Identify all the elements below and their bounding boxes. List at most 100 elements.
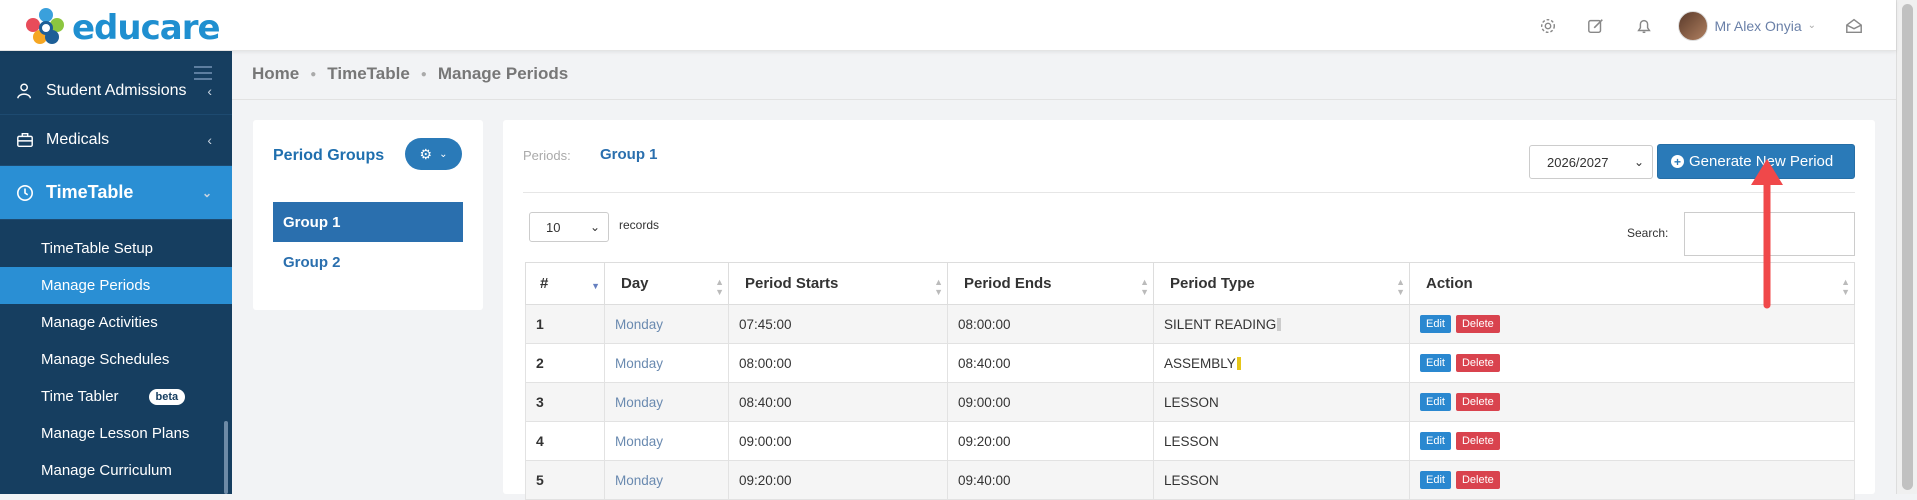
- edit-button[interactable]: Edit: [1420, 471, 1451, 489]
- row-number: 4: [525, 421, 605, 461]
- period-group-item[interactable]: Group 1: [273, 202, 463, 242]
- row-actions: Edit Delete: [1409, 343, 1855, 383]
- inbox-icon[interactable]: [1830, 17, 1878, 35]
- sort-icon: ▲ ▼: [1841, 277, 1850, 297]
- column-header-period-type[interactable]: Period Type ▲ ▼: [1153, 262, 1410, 305]
- table-header-row: # ▼ Day ▲ ▼ Period Starts ▲ ▼ Period Ends ▲ ▼ P…: [525, 262, 1855, 305]
- row-day[interactable]: Monday: [604, 421, 729, 461]
- page-length-select[interactable]: 10 ⌄: [529, 212, 609, 242]
- sidebar-sub-label: Manage Curriculum: [41, 462, 172, 479]
- bell-icon[interactable]: [1620, 17, 1668, 35]
- sidebar-item-label: TimeTable: [46, 182, 134, 202]
- breadcrumb-timetable[interactable]: TimeTable: [327, 64, 410, 84]
- breadcrumb-home[interactable]: Home: [252, 64, 299, 84]
- column-header-label: #: [540, 275, 549, 292]
- beta-badge: beta: [148, 388, 186, 405]
- sidebar-scrollbar[interactable]: [224, 421, 228, 494]
- row-period-type: LESSON: [1153, 382, 1410, 422]
- row-day[interactable]: Monday: [604, 304, 729, 344]
- sidebar-sub-manage-periods[interactable]: Manage Periods: [0, 267, 232, 304]
- column-header-action[interactable]: Action ▲ ▼: [1409, 262, 1855, 305]
- row-number: 2: [525, 343, 605, 383]
- sidebar-sub-label: Manage Activities: [41, 314, 158, 331]
- sidebar-item-label: Student Admissions: [46, 81, 187, 99]
- brand-logo[interactable]: educare: [26, 8, 221, 48]
- period-groups-title: Period Groups: [273, 147, 385, 164]
- row-period-type: ASSEMBLY: [1153, 343, 1410, 383]
- sidebar-item-medicals[interactable]: Medicals ‹: [0, 115, 232, 166]
- delete-button[interactable]: Delete: [1455, 393, 1500, 411]
- column-header-label: Period Type: [1170, 275, 1255, 292]
- brand-name: educare: [72, 8, 221, 48]
- row-day[interactable]: Monday: [604, 382, 729, 422]
- row-period-start: 08:40:00: [728, 382, 948, 422]
- edit-icon[interactable]: [1572, 17, 1620, 35]
- column-header-label: Period Ends: [964, 275, 1052, 292]
- user-menu[interactable]: Mr Alex Onyia ⌄: [1678, 10, 1816, 41]
- sidebar-sub-time-tabler[interactable]: Time Tabler beta: [0, 378, 232, 415]
- delete-button[interactable]: Delete: [1455, 432, 1500, 450]
- column-header-number[interactable]: # ▼: [525, 262, 605, 305]
- gear-icon: ⚙: [419, 145, 433, 162]
- generate-new-period-button[interactable]: + Generate New Period: [1657, 144, 1855, 179]
- search-input[interactable]: [1684, 212, 1855, 256]
- column-header-day[interactable]: Day ▲ ▼: [604, 262, 729, 305]
- sidebar-sub-label: Manage Periods: [41, 277, 151, 294]
- table-row: 1 Monday 07:45:00 08:00:00 SILENT READING Edi…: [525, 304, 1855, 344]
- sort-icon: ▲ ▼: [934, 277, 943, 297]
- scrollbar-thumb[interactable]: [1902, 4, 1913, 490]
- sidebar-sub-manage-schedules[interactable]: Manage Schedules: [0, 341, 232, 378]
- divider: [523, 192, 1855, 193]
- periods-group-name: Group 1: [600, 146, 658, 163]
- table-row: 4 Monday 09:00:00 09:20:00 LESSON Edit Delete: [525, 421, 1855, 461]
- chevron-down-icon: ⌄: [201, 185, 212, 200]
- row-actions: Edit Delete: [1409, 421, 1855, 461]
- sidebar-item-timetable[interactable]: TimeTable ⌄: [0, 166, 232, 220]
- row-period-end: 08:00:00: [947, 304, 1154, 344]
- period-type-label: LESSON: [1164, 472, 1219, 488]
- chevron-left-icon: ‹: [207, 132, 212, 148]
- period-type-label: LESSON: [1164, 433, 1219, 449]
- chevron-down-icon: ⌄: [1633, 155, 1644, 169]
- session-year-value: 2026/2027: [1547, 154, 1609, 170]
- edit-button[interactable]: Edit: [1420, 315, 1451, 333]
- chevron-down-icon: ⌄: [1807, 20, 1816, 31]
- gear-icon[interactable]: [1524, 17, 1572, 35]
- column-header-label: Action: [1426, 275, 1473, 292]
- breadcrumb: Home ● TimeTable ● Manage Periods: [252, 64, 568, 84]
- edit-button[interactable]: Edit: [1420, 432, 1451, 450]
- sidebar-sub-label: Manage Lesson Plans: [41, 425, 190, 442]
- column-header-label: Day: [621, 275, 649, 292]
- edit-button[interactable]: Edit: [1420, 354, 1451, 372]
- row-period-start: 08:00:00: [728, 343, 948, 383]
- delete-button[interactable]: Delete: [1455, 471, 1500, 489]
- sidebar-sub-manage-lesson-plans[interactable]: Manage Lesson Plans: [0, 415, 232, 452]
- sidebar-sub-manage-curriculum[interactable]: Manage Curriculum: [0, 452, 232, 489]
- edit-button[interactable]: Edit: [1420, 393, 1451, 411]
- avatar: [1678, 10, 1709, 41]
- row-number: 1: [525, 304, 605, 344]
- sidebar-sub-timetable-setup[interactable]: TimeTable Setup: [0, 230, 232, 267]
- chevron-down-icon: ⌄: [589, 220, 600, 234]
- column-header-period-starts[interactable]: Period Starts ▲ ▼: [728, 262, 948, 305]
- row-day[interactable]: Monday: [604, 343, 729, 383]
- sidebar-sub-manage-activities[interactable]: Manage Activities: [0, 304, 232, 341]
- row-period-end: 08:40:00: [947, 343, 1154, 383]
- chevron-left-icon: ‹: [207, 82, 212, 99]
- chevron-down-icon: ⌄: [439, 148, 448, 160]
- sidebar-sub-label: TimeTable Setup: [41, 240, 154, 257]
- session-year-select[interactable]: 2026/2027 ⌄: [1529, 145, 1653, 179]
- page-length-value: 10: [546, 219, 561, 235]
- delete-button[interactable]: Delete: [1455, 354, 1500, 372]
- row-period-type: SILENT READING: [1153, 304, 1410, 344]
- top-bar: educare Mr Alex Onyia ⌄: [0, 0, 1896, 51]
- group-settings-button[interactable]: ⚙ ⌄: [405, 138, 462, 170]
- period-type-label: ASSEMBLY: [1164, 355, 1236, 371]
- delete-button[interactable]: Delete: [1455, 315, 1500, 333]
- period-group-item[interactable]: Group 2: [273, 242, 463, 282]
- menu-toggle-icon[interactable]: [194, 66, 212, 84]
- sidebar-item-label: Medicals: [46, 131, 110, 148]
- row-period-end: 09:00:00: [947, 382, 1154, 422]
- page-scrollbar[interactable]: [1896, 0, 1917, 494]
- column-header-period-ends[interactable]: Period Ends ▲ ▼: [947, 262, 1154, 305]
